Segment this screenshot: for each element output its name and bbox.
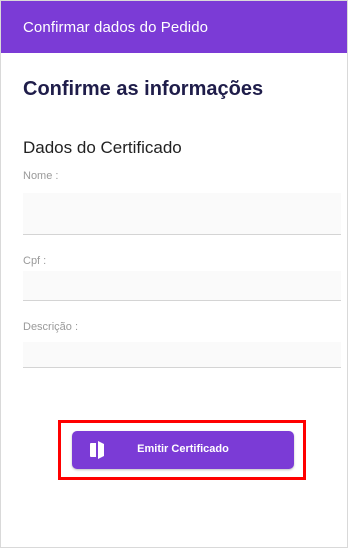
app-screen: Confirmar dados do Pedido Confirme as in… xyxy=(0,0,348,548)
nome-field[interactable] xyxy=(23,193,341,235)
descricao-field[interactable] xyxy=(23,342,341,368)
page-title: Confirme as informações xyxy=(23,78,264,100)
cpf-label: Cpf : xyxy=(23,255,47,267)
nome-label: Nome : xyxy=(23,170,59,182)
cpf-field[interactable] xyxy=(23,271,341,301)
section-title: Dados do Certificado xyxy=(23,138,182,157)
highlight-annotation xyxy=(58,420,306,480)
app-bar-title: Confirmar dados do Pedido xyxy=(23,18,209,36)
app-bar: Confirmar dados do Pedido xyxy=(1,1,347,53)
descricao-label: Descrição : xyxy=(23,321,79,333)
